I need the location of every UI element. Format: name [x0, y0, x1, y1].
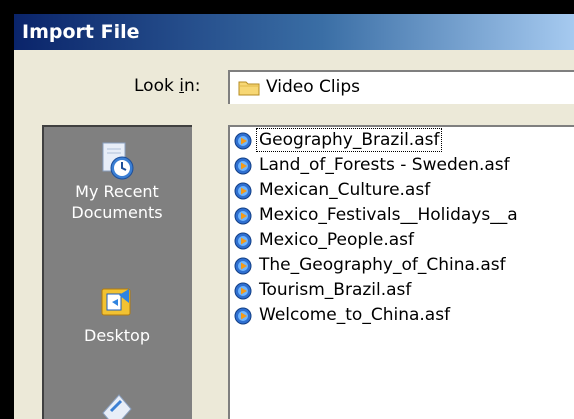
look-in-value: Video Clips [266, 77, 360, 97]
media-file-icon [234, 307, 252, 325]
places-bar: My Recent Documents Desktop [42, 125, 192, 419]
place-my-documents[interactable] [44, 389, 190, 419]
place-desktop[interactable]: Desktop [44, 285, 190, 346]
file-name: Mexico_People.asf [259, 230, 415, 250]
file-name: Mexico_Festivals__Holidays__a [259, 205, 518, 225]
desktop-icon [101, 288, 131, 316]
file-name: Mexican_Culture.asf [259, 180, 431, 200]
media-file-icon [234, 257, 252, 275]
file-list[interactable]: Geography_Brazil.asf Land_of_Forests - S… [228, 125, 574, 419]
media-file-icon [234, 157, 252, 175]
media-file-icon [234, 132, 252, 150]
file-name: Welcome_to_China.asf [259, 305, 451, 325]
import-file-dialog: Import File Look in: Video Clips My Rece… [14, 14, 574, 419]
place-label: Desktop [84, 326, 150, 345]
file-name: Geography_Brazil.asf [255, 128, 443, 152]
folder-icon [238, 81, 260, 96]
media-file-icon [234, 282, 252, 300]
media-file-icon [234, 207, 252, 225]
title-bar[interactable]: Import File [14, 14, 574, 50]
place-label-line1: My Recent [75, 182, 159, 201]
media-file-icon [234, 232, 252, 250]
file-name: Land_of_Forests - Sweden.asf [259, 155, 510, 175]
file-name: The_Geography_of_China.asf [259, 255, 506, 275]
look-in-dropdown[interactable]: Video Clips [228, 70, 574, 104]
recent-documents-icon [102, 142, 134, 180]
window-title: Import File [22, 21, 140, 43]
place-my-recent-documents[interactable]: My Recent Documents [44, 141, 190, 223]
media-file-icon [234, 182, 252, 200]
my-documents-icon [102, 394, 132, 419]
place-label-line2: Documents [71, 203, 163, 222]
file-name: Tourism_Brazil.asf [259, 280, 412, 300]
look-in-label: Look in: [134, 76, 201, 96]
